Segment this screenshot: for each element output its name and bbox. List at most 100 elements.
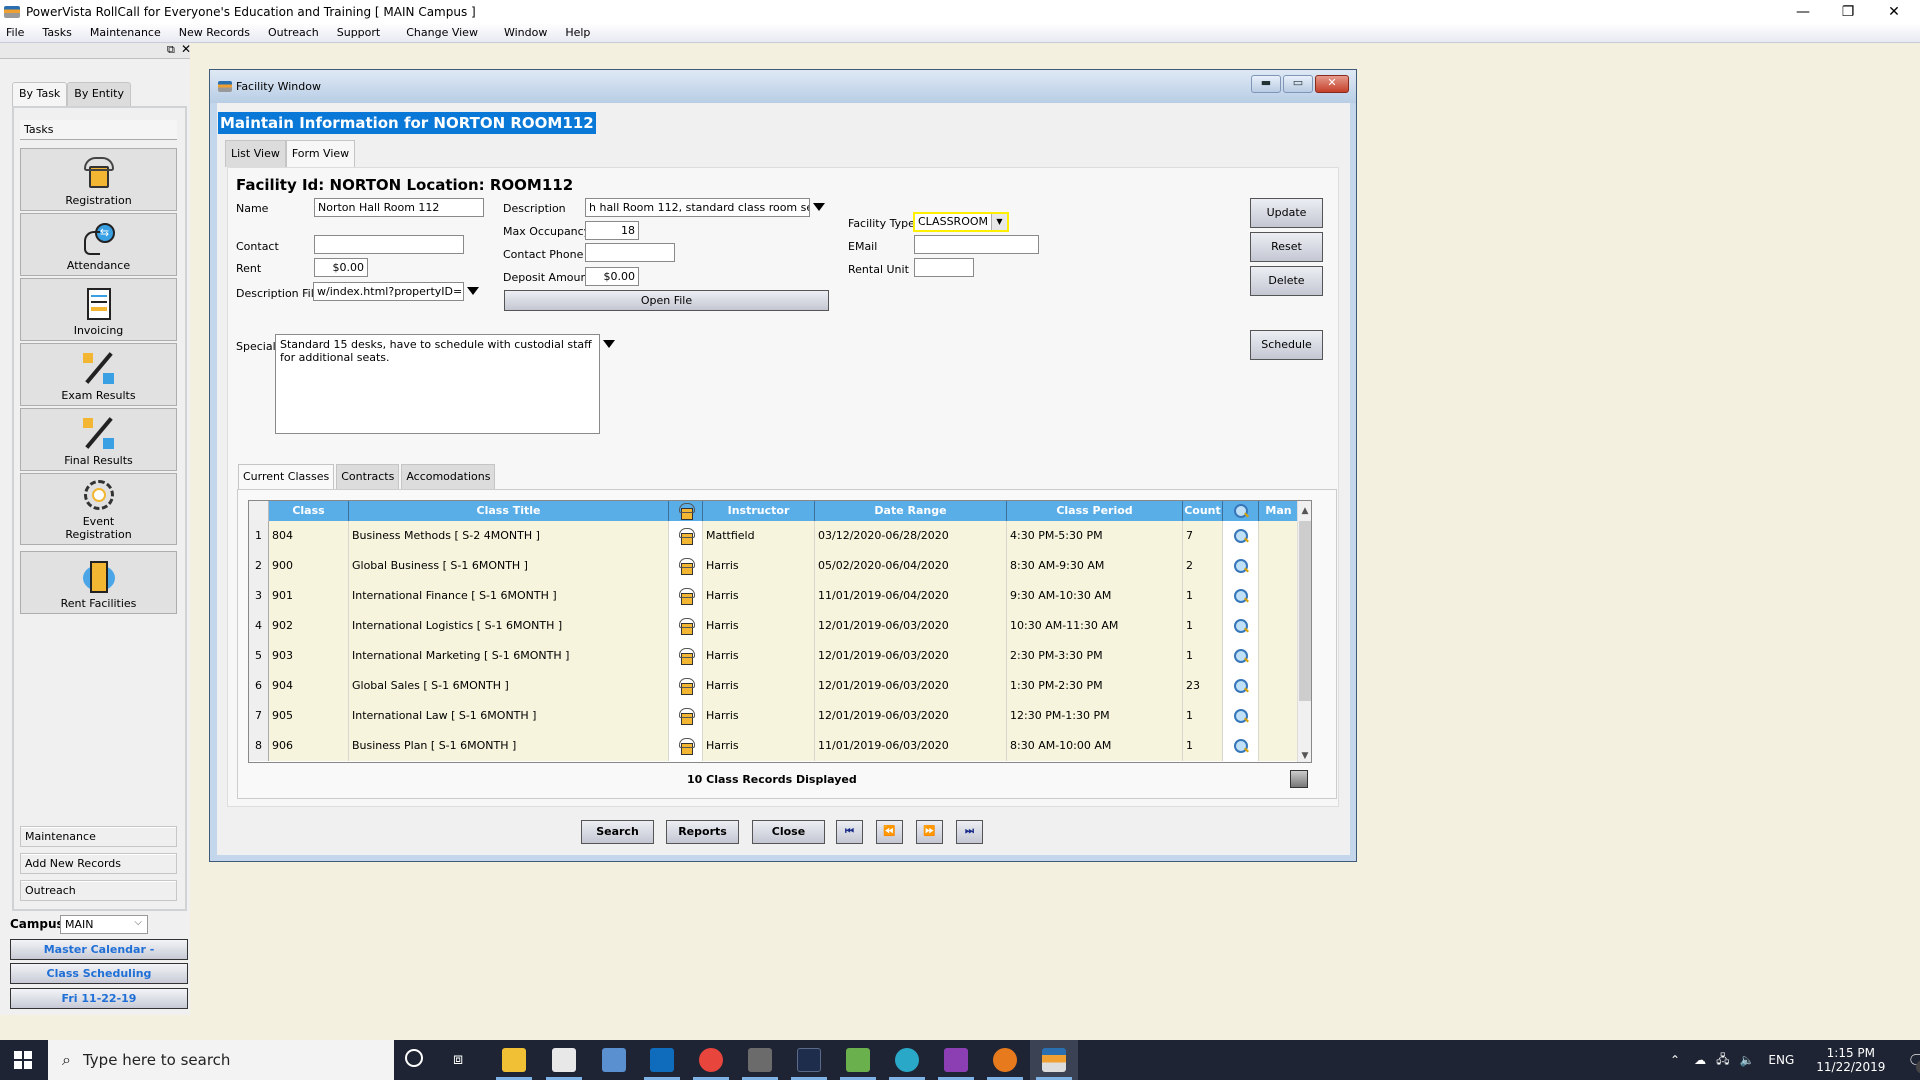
file-explorer-icon[interactable] (502, 1048, 526, 1072)
task-view-icon[interactable]: ⧈ (453, 1049, 463, 1069)
delete-button[interactable]: Delete (1250, 266, 1323, 296)
cell-registration[interactable] (669, 611, 703, 641)
chrome-icon[interactable] (699, 1048, 723, 1072)
restore-button[interactable]: ❐ (1826, 0, 1870, 23)
window-close-button[interactable]: ✕ (1315, 75, 1349, 93)
camera-app-icon[interactable] (895, 1048, 919, 1072)
column-header-book-icon[interactable] (669, 501, 703, 521)
tab-form-view[interactable]: Form View (285, 140, 356, 167)
column-header-class-title[interactable]: Class Title (349, 501, 669, 521)
task-rent-facilities[interactable]: Rent Facilities (20, 551, 177, 614)
campus-select[interactable]: MAIN ⌵ (60, 915, 148, 934)
powervista-taskbar-icon[interactable] (1042, 1048, 1066, 1072)
column-header-class[interactable]: Class (269, 501, 349, 521)
cell-registration[interactable] (669, 581, 703, 611)
max-occupancy-field[interactable]: 18 (585, 221, 639, 240)
update-button[interactable]: Update (1250, 198, 1323, 228)
first-record-button[interactable]: ⏮ (836, 820, 863, 844)
network-icon[interactable]: 🖧 (1716, 1050, 1729, 1071)
facility-type-select[interactable]: CLASSROOM ▼ (913, 212, 1009, 232)
cortana-icon[interactable] (405, 1049, 423, 1067)
description-file-dropdown-icon[interactable] (467, 287, 479, 295)
window-minimize-button[interactable]: ▬ (1251, 75, 1281, 93)
date-button[interactable]: Fri 11-22-19 (10, 988, 188, 1009)
show-hidden-icons-icon[interactable]: ⌃ (1670, 1053, 1680, 1067)
column-header-class-period[interactable]: Class Period (1007, 501, 1183, 521)
tasks-section-header[interactable]: Tasks (20, 120, 177, 140)
taskbar-network-app-icon[interactable] (602, 1048, 626, 1072)
menu-window[interactable]: Window (502, 25, 549, 40)
tab-current-classes[interactable]: Current Classes (238, 464, 335, 489)
close-button[interactable]: ✕ (1872, 0, 1916, 23)
tab-accomodations[interactable]: Accomodations (401, 464, 496, 489)
cell-details[interactable] (1223, 521, 1259, 551)
close-form-button[interactable]: Close (752, 820, 825, 844)
firefox-icon[interactable] (993, 1048, 1017, 1072)
task-exam-results[interactable]: Exam Results (20, 343, 177, 406)
table-scrollbar[interactable]: ▲ ▼ (1297, 501, 1311, 762)
table-row[interactable]: 3 901 International Finance [ S-1 6MONTH ]… (249, 581, 1299, 611)
reset-button[interactable]: Reset (1250, 232, 1323, 262)
rent-field[interactable]: $0.00 (314, 258, 368, 277)
column-header-magnifier[interactable] (1223, 501, 1259, 521)
description-file-field[interactable]: w/index.html?propertyID=607 (313, 282, 464, 301)
language-indicator[interactable]: ENG (1768, 1053, 1794, 1067)
name-field[interactable]: Norton Hall Room 112 (314, 198, 484, 217)
previous-record-button[interactable]: ⏪ (876, 820, 903, 844)
menu-help[interactable]: Help (563, 25, 592, 40)
last-record-button[interactable]: ⏭ (956, 820, 983, 844)
table-row[interactable]: 8 906 Business Plan [ S-1 6MONTH ] Harris 11… (249, 731, 1299, 761)
cell-details[interactable] (1223, 551, 1259, 581)
cell-details[interactable] (1223, 731, 1259, 761)
scroll-down-icon[interactable]: ▼ (1298, 748, 1311, 762)
cell-details[interactable] (1223, 581, 1259, 611)
description-dropdown-icon[interactable] (813, 203, 825, 211)
deposit-amount-field[interactable]: $0.00 (585, 267, 639, 286)
cell-registration[interactable] (669, 641, 703, 671)
task-registration[interactable]: Registration (20, 148, 177, 211)
menu-new-records[interactable]: New Records (177, 25, 252, 40)
pin-icon[interactable]: ⧉ (167, 43, 175, 57)
menu-outreach[interactable]: Outreach (266, 25, 321, 40)
cell-registration[interactable] (669, 671, 703, 701)
column-header-instructor[interactable]: Instructor (703, 501, 815, 521)
special-dropdown-icon[interactable] (603, 340, 615, 348)
column-header-man[interactable]: Man (1259, 501, 1299, 521)
menu-change-view[interactable]: Change View (404, 25, 480, 40)
volume-icon[interactable]: 🔈 (1739, 1053, 1754, 1067)
clock[interactable]: 1:15 PM 11/22/2019 (1816, 1046, 1885, 1074)
menu-tasks[interactable]: Tasks (40, 25, 73, 40)
table-row[interactable]: 2 900 Global Business [ S-1 6MONTH ] Harris… (249, 551, 1299, 581)
task-final-results[interactable]: Final Results (20, 408, 177, 471)
tab-by-entity[interactable]: By Entity (67, 82, 131, 106)
menu-maintenance[interactable]: Maintenance (88, 25, 163, 40)
column-header-count[interactable]: Count (1183, 501, 1223, 521)
menu-support[interactable]: Support (335, 25, 382, 40)
email-field[interactable] (914, 235, 1039, 254)
visual-studio-code-icon[interactable] (797, 1048, 821, 1072)
minimize-button[interactable]: — (1781, 0, 1825, 23)
table-row[interactable]: 7 905 International Law [ S-1 6MONTH ] Harr… (249, 701, 1299, 731)
master-calendar-button[interactable]: Master Calendar - November (10, 939, 188, 975)
nav-outreach[interactable]: Outreach (20, 880, 177, 901)
scroll-up-icon[interactable]: ▲ (1298, 503, 1311, 519)
cell-registration[interactable] (669, 551, 703, 581)
nav-maintenance[interactable]: Maintenance (20, 826, 177, 847)
cell-registration[interactable] (669, 521, 703, 551)
chart-app-icon[interactable] (846, 1048, 870, 1072)
windows-start-icon[interactable] (14, 1051, 32, 1069)
cell-details[interactable] (1223, 641, 1259, 671)
description-field[interactable]: h hall Room 112, standard class room sea… (585, 198, 810, 217)
visual-studio-icon[interactable] (944, 1048, 968, 1072)
rental-unit-field[interactable] (914, 258, 974, 277)
notification-center-icon[interactable]: 🗨4 (1907, 1051, 1920, 1074)
cell-details[interactable] (1223, 671, 1259, 701)
contact-phone-field[interactable] (585, 243, 675, 262)
special-textarea[interactable]: Standard 15 desks, have to schedule with… (275, 334, 600, 434)
menu-file[interactable]: File (4, 25, 26, 40)
table-row[interactable]: 5 903 International Marketing [ S-1 6MONTH… (249, 641, 1299, 671)
tab-by-task[interactable]: By Task (12, 82, 68, 106)
schedule-button[interactable]: Schedule (1250, 330, 1323, 360)
window-maximize-button[interactable]: ▭ (1283, 75, 1313, 93)
table-row[interactable]: 6 904 Global Sales [ S-1 6MONTH ] Harris 12/… (249, 671, 1299, 701)
